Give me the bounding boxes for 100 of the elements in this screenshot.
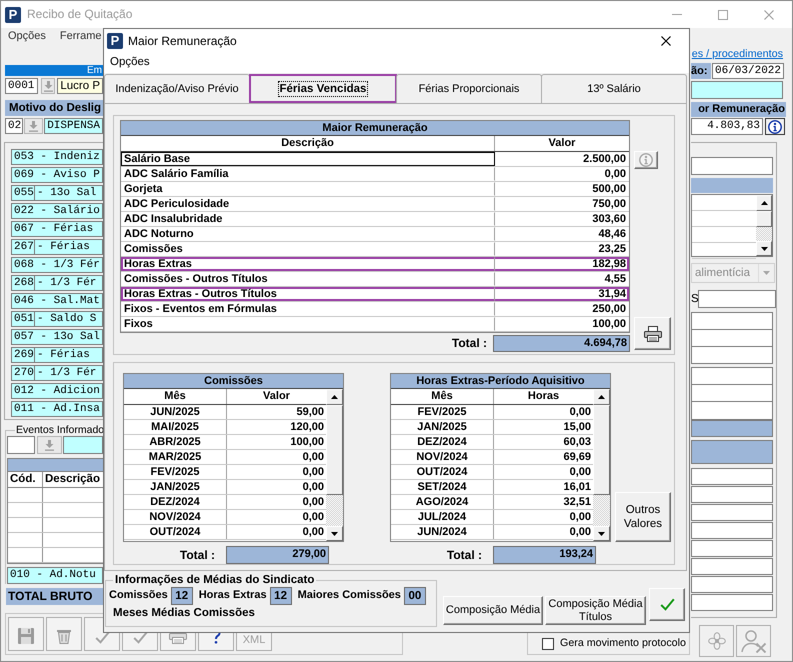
- info-icon: [768, 120, 782, 134]
- table-cell-text: 69,69: [562, 450, 592, 464]
- event-field[interactable]: 046 - Sal.Mat: [11, 293, 103, 309]
- scroll-thumb[interactable]: [593, 405, 610, 495]
- scroll-down-button[interactable]: [593, 526, 610, 541]
- checkbox[interactable]: [542, 638, 554, 650]
- table-cell-text: 182,98: [591, 257, 627, 271]
- name-field[interactable]: Lucro P: [57, 78, 103, 94]
- event-field[interactable]: 053 - Indeniz: [11, 149, 103, 165]
- procedures-link[interactable]: es / procedimentos: [692, 48, 783, 60]
- column-header: Valor: [548, 136, 576, 151]
- code-field[interactable]: 02: [5, 118, 23, 134]
- total-label: Total :: [446, 548, 482, 562]
- table-cell: Comissões - Outros Títulos: [121, 272, 495, 286]
- other-values-button[interactable]: Outros Valores: [615, 492, 671, 542]
- table-cell-text: 100,00: [591, 317, 627, 331]
- event-field[interactable]: 022 - Salário: [11, 203, 103, 219]
- lookup-button[interactable]: [24, 118, 44, 134]
- event-field[interactable]: - Férias: [34, 239, 103, 255]
- event-field[interactable]: - 1/3 Fér: [34, 365, 103, 381]
- input-field[interactable]: [691, 401, 773, 420]
- event-field[interactable]: - 1/3 Fér: [34, 275, 103, 291]
- input-field[interactable]: [691, 468, 773, 485]
- date-field[interactable]: 06/03/2022: [712, 63, 784, 79]
- code-field[interactable]: 268: [11, 275, 35, 291]
- scrollbar[interactable]: [756, 195, 772, 256]
- close-icon: [661, 36, 671, 46]
- menu-item[interactable]: Ferrame: [60, 30, 102, 44]
- tab[interactable]: Férias Proporcionais: [396, 74, 542, 103]
- table-cell: Fixos: [121, 317, 495, 331]
- input-field[interactable]: [691, 486, 773, 503]
- event-field[interactable]: - 13o Sal: [34, 185, 103, 201]
- tab[interactable]: Férias Vencidas: [249, 74, 397, 103]
- input-field[interactable]: [691, 346, 773, 364]
- table-cell-text: 23,25: [597, 242, 627, 256]
- code-field[interactable]: 269: [11, 347, 35, 363]
- menu-item[interactable]: Opções: [110, 56, 150, 70]
- code-field[interactable]: 270: [11, 365, 35, 381]
- scrollbar[interactable]: [593, 389, 610, 541]
- code-field[interactable]: 267: [11, 239, 35, 255]
- event-field[interactable]: 067 - Férias: [11, 221, 103, 237]
- input-field[interactable]: [691, 504, 773, 521]
- table-cell-text: 750,00: [591, 197, 627, 211]
- table-cell: ABR/2025: [124, 435, 227, 449]
- input-field[interactable]: [63, 436, 103, 454]
- table-cell-text: 15,00: [562, 420, 592, 434]
- event-field[interactable]: 010 - Ad.Notu: [7, 567, 103, 584]
- confirm-button[interactable]: [649, 588, 685, 621]
- table-cell-text: 0,00: [302, 480, 325, 494]
- input-field[interactable]: [691, 522, 773, 539]
- tab[interactable]: 13º Salário: [541, 74, 687, 103]
- event-field[interactable]: 011 - Ad.Insa: [11, 401, 103, 417]
- value-field[interactable]: 4.803,83: [691, 118, 763, 135]
- lookup-button[interactable]: [40, 78, 56, 94]
- input-field[interactable]: [691, 312, 773, 330]
- menu-item[interactable]: Opções: [8, 30, 46, 44]
- tab[interactable]: Indenização/Aviso Prévio: [104, 74, 250, 103]
- input-field[interactable]: [691, 576, 773, 593]
- input-field[interactable]: [691, 367, 773, 385]
- code-field[interactable]: 051: [11, 311, 35, 327]
- scroll-up-button[interactable]: [593, 389, 610, 405]
- scroll-up-button[interactable]: [756, 195, 772, 211]
- print-button[interactable]: [634, 317, 671, 350]
- scroll-up-button[interactable]: [326, 389, 343, 405]
- scroll-thumb[interactable]: [326, 405, 343, 495]
- total-field: 4.694,78: [493, 335, 630, 352]
- column-header: Descrição: [121, 136, 495, 151]
- down-arrow-icon: [331, 532, 338, 536]
- code-field[interactable]: 055: [11, 185, 35, 201]
- input-field[interactable]: [691, 594, 773, 611]
- info-button[interactable]: [765, 118, 785, 135]
- name-field[interactable]: DISPENSA: [44, 118, 103, 134]
- event-field[interactable]: - Férias: [34, 347, 103, 363]
- table-cell-text: 303,60: [591, 212, 627, 226]
- input-field[interactable]: [691, 384, 773, 402]
- event-field[interactable]: 069 - Aviso P: [11, 167, 103, 183]
- caret-icon: [763, 271, 770, 275]
- input-field[interactable]: [691, 558, 773, 575]
- composition-button[interactable]: Composição Média: [443, 596, 543, 625]
- composition-button[interactable]: Composição Média Títulos: [545, 596, 646, 625]
- table-cell: NOV/2024: [391, 450, 494, 464]
- code-field[interactable]: 0001: [5, 78, 38, 94]
- scrollbar[interactable]: [326, 389, 343, 541]
- table-cell: JUN/2025: [124, 405, 227, 419]
- input-field[interactable]: [691, 329, 773, 347]
- input-field[interactable]: [691, 157, 773, 175]
- scroll-down-button[interactable]: [326, 526, 343, 541]
- event-field[interactable]: - Saldo S: [34, 311, 103, 327]
- input-field[interactable]: [691, 540, 773, 557]
- section-header: Motivo do Deslig: [5, 100, 103, 116]
- input-field[interactable]: [7, 436, 35, 454]
- event-field[interactable]: 057 - 13o Sal: [11, 329, 103, 345]
- scroll-down-button[interactable]: [756, 241, 772, 256]
- total-label: Total :: [452, 336, 487, 351]
- event-field[interactable]: 012 - Adicion: [11, 383, 103, 399]
- input-field[interactable]: [691, 81, 783, 99]
- input-field[interactable]: [698, 290, 776, 308]
- table-cell-text: 48,46: [597, 227, 627, 241]
- event-field[interactable]: 068 - 1/3 Fér: [11, 257, 103, 273]
- scroll-thumb[interactable]: [756, 211, 772, 227]
